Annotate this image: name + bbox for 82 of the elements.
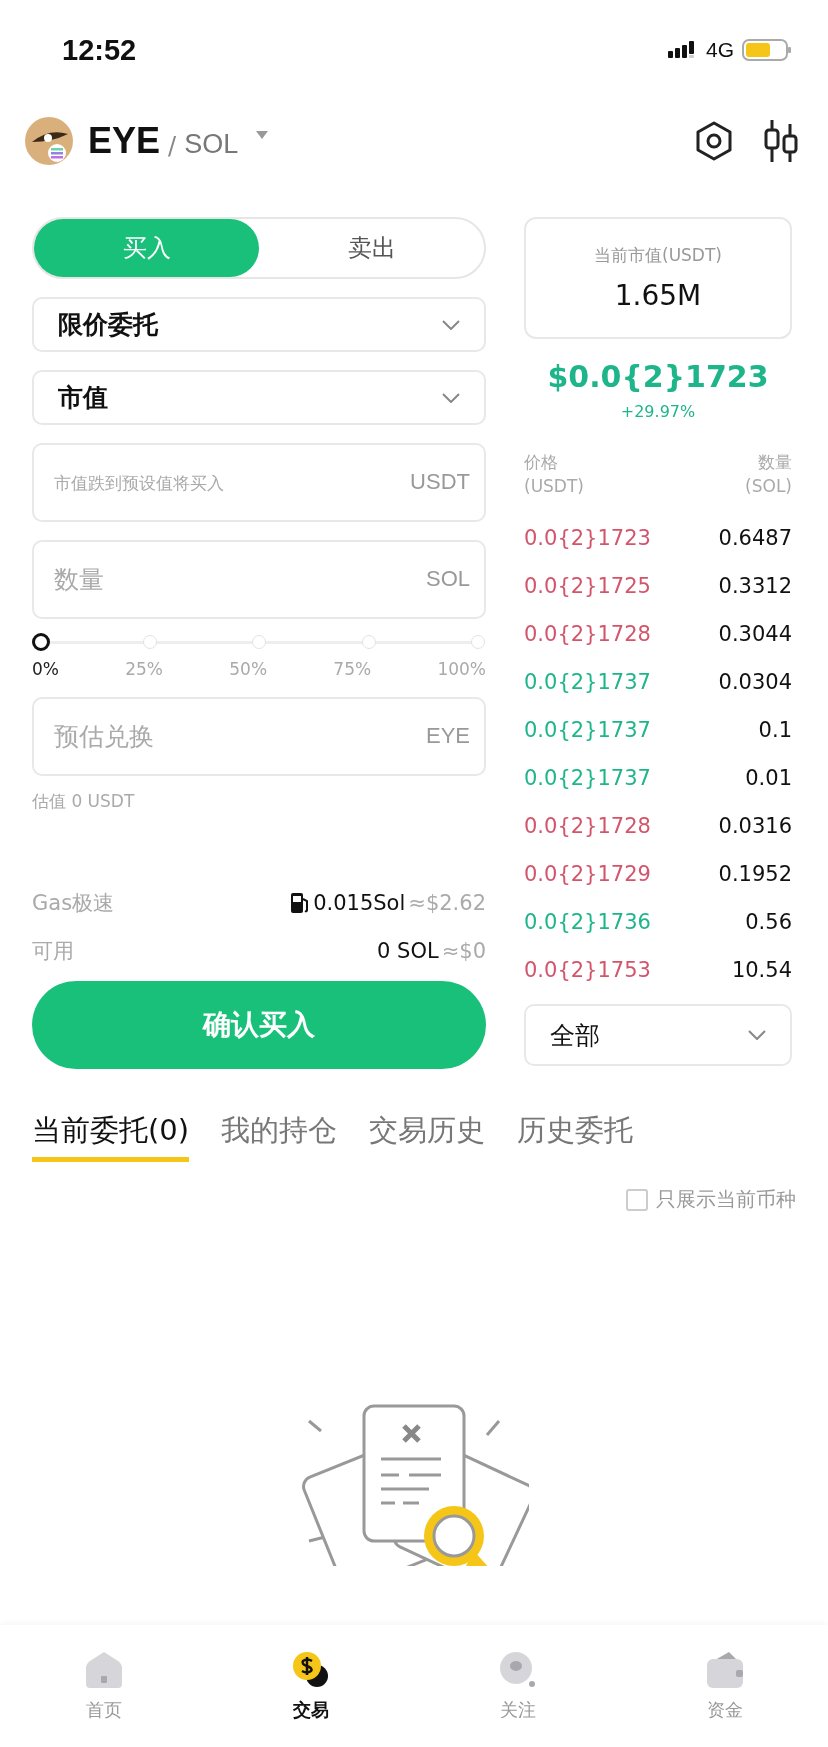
depth-filter-dropdown[interactable]: 全部 bbox=[524, 1004, 792, 1066]
slider-mark-label: 75% bbox=[333, 659, 372, 679]
order-tab[interactable]: 当前委托(0) bbox=[32, 1111, 190, 1162]
market-cap-label: 当前市值(USDT) bbox=[594, 244, 722, 267]
column-unit: (SOL) bbox=[745, 476, 792, 496]
last-price: $0.0{2}1723 bbox=[546, 359, 770, 394]
slider-step-icon bbox=[361, 635, 376, 649]
order-amount: 0.3044 bbox=[718, 622, 792, 646]
chevron-icon bbox=[748, 1030, 766, 1040]
gas-label: Gas极速 bbox=[32, 890, 115, 917]
order-amount: 0.3312 bbox=[718, 574, 792, 598]
unit-label: SOL bbox=[425, 566, 470, 592]
column-header: 数量 bbox=[758, 451, 792, 474]
order-price: 0.0{2}1725 bbox=[524, 574, 651, 598]
market-cap-value: 1.65M bbox=[614, 279, 702, 312]
unit-label: USDT bbox=[410, 469, 470, 495]
price-change: +29.97% bbox=[619, 402, 697, 421]
slider-mark-label: 0% bbox=[32, 659, 59, 679]
token-avatar-icon bbox=[24, 116, 74, 166]
slider-step-icon bbox=[471, 635, 485, 649]
candlestick-icon[interactable] bbox=[762, 118, 800, 164]
caret-icon[interactable] bbox=[256, 131, 269, 139]
order-tab[interactable]: 交易历史 bbox=[369, 1111, 486, 1162]
nav-tab[interactable]: 交易 bbox=[250, 1649, 371, 1723]
gas-approx: ≈$2.62 bbox=[408, 891, 486, 915]
side-tab[interactable]: 卖出 bbox=[259, 219, 484, 277]
order-amount: 0.0304 bbox=[718, 670, 792, 694]
order-tab[interactable]: 我的持仓 bbox=[221, 1111, 338, 1162]
chevron-icon bbox=[442, 392, 460, 403]
order-price: 0.0{2}1737 bbox=[524, 766, 651, 790]
order-price: 0.0{2}1737 bbox=[524, 718, 651, 742]
order-amount: 0.0316 bbox=[718, 814, 792, 838]
side-tab[interactable]: 买入 bbox=[34, 219, 259, 277]
order-price: 0.0{2}1736 bbox=[524, 910, 651, 934]
slider-step-icon bbox=[142, 635, 157, 649]
available-amount: 0 SOL bbox=[377, 939, 439, 963]
order-amount: 0.56 bbox=[745, 910, 792, 934]
nav-tab[interactable]: 首页 bbox=[43, 1649, 164, 1723]
available-label: 可用 bbox=[32, 938, 74, 965]
coin-icon bbox=[290, 1650, 331, 1690]
order-price: 0.0{2}1729 bbox=[524, 862, 651, 886]
order-price: 0.0{2}1728 bbox=[524, 814, 651, 838]
slider-mark-label: 50% bbox=[229, 659, 268, 679]
gas-amount: 0.015Sol bbox=[313, 891, 406, 915]
order-price: 0.0{2}1728 bbox=[524, 622, 651, 646]
slider-mark-label: 100% bbox=[437, 659, 486, 679]
order-price: 0.0{2}1723 bbox=[524, 526, 651, 550]
settings-icon[interactable] bbox=[694, 120, 734, 162]
trigger-type-dropdown[interactable]: 市值 bbox=[32, 370, 486, 425]
order-type-dropdown[interactable]: 限价委托 bbox=[32, 297, 486, 352]
order-amount: 0.6487 bbox=[718, 526, 792, 550]
pair-separator: / bbox=[168, 132, 177, 160]
battery-icon bbox=[742, 38, 792, 62]
fuel-pump-icon bbox=[290, 892, 311, 914]
order-amount: 0.01 bbox=[745, 766, 792, 790]
checkbox[interactable] bbox=[626, 1188, 648, 1211]
clock: 12:52 bbox=[62, 33, 137, 67]
network-label: 4G bbox=[706, 38, 734, 62]
home-icon bbox=[83, 1650, 124, 1690]
wallet-icon bbox=[704, 1650, 745, 1690]
chevron-icon bbox=[442, 319, 460, 330]
order-amount: 0.1 bbox=[758, 718, 792, 742]
column-header: 价格 bbox=[524, 451, 559, 474]
token-symbol[interactable]: EYE bbox=[88, 120, 161, 162]
slider-mark-label: 25% bbox=[125, 659, 164, 679]
available-approx: ≈$0 bbox=[441, 939, 486, 963]
order-price: 0.0{2}1737 bbox=[524, 670, 651, 694]
unit-label: EYE bbox=[425, 723, 470, 749]
slider-step-icon bbox=[252, 635, 266, 649]
order-price: 0.0{2}1753 bbox=[524, 958, 651, 982]
eye-icon bbox=[497, 1650, 538, 1690]
order-amount: 10.54 bbox=[731, 958, 792, 982]
nav-tab[interactable]: 资金 bbox=[664, 1649, 785, 1723]
nav-tab[interactable]: 关注 bbox=[457, 1649, 578, 1723]
column-unit: (USDT) bbox=[524, 476, 584, 496]
checkbox-label[interactable]: 只展示当前币种 bbox=[656, 1186, 796, 1213]
slider-thumb[interactable] bbox=[32, 633, 50, 651]
confirm-buy-button[interactable]: 确认买入 bbox=[32, 981, 486, 1069]
order-amount: 0.1952 bbox=[718, 862, 792, 886]
order-tab[interactable]: 历史委托 bbox=[517, 1111, 634, 1162]
quote-symbol[interactable]: SOL bbox=[184, 128, 239, 160]
estimate-value: 估值 0 USDT bbox=[32, 790, 136, 813]
